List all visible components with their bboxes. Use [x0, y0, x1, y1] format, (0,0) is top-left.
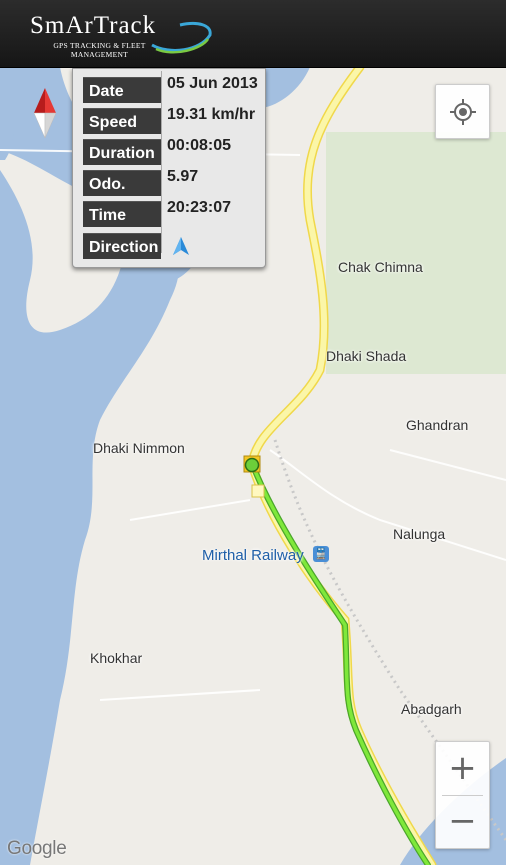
app-header: SmArTrack GPS TRACKING & FLEET MANAGEMEN… — [0, 0, 506, 68]
info-label: Date — [83, 77, 161, 103]
tagline-line1: GPS TRACKING & FLEET — [53, 41, 146, 50]
info-row-direction: Direction — [83, 233, 265, 259]
info-row-duration: Duration 00:08:05 — [83, 137, 265, 165]
map-label-nalunga: Nalunga — [393, 526, 446, 542]
map-label-dhaki-nimmon: Dhaki Nimmon — [93, 440, 185, 456]
map-label-mirthal-railway[interactable]: Mirthal Railway — [202, 547, 304, 564]
railway-station-icon[interactable]: 🚆 — [313, 546, 329, 562]
compass-icon[interactable] — [32, 88, 58, 138]
map-label-khokhar: Khokhar — [90, 650, 143, 666]
trip-info-panel: Date 05 Jun 2013 Speed 19.31 km/hr Durat… — [72, 68, 266, 268]
info-value: 05 Jun 2013 — [167, 75, 258, 92]
info-label: Time — [83, 201, 161, 227]
app-logo: SmArTrack — [30, 12, 157, 39]
crosshair-icon — [450, 99, 476, 125]
park-area — [326, 132, 506, 374]
zoom-in-button[interactable]: + — [436, 742, 489, 795]
navigation-arrow-icon — [173, 237, 189, 255]
info-row-speed: Speed 19.31 km/hr — [83, 106, 265, 134]
info-row-date: Date 05 Jun 2013 — [83, 75, 265, 103]
info-row-odo: Odo. 5.97 — [83, 168, 265, 196]
map-label-chak-chimna: Chak Chimna — [338, 259, 423, 275]
info-label: Duration — [83, 139, 161, 165]
zoom-out-button[interactable]: − — [436, 795, 489, 848]
app-tagline: GPS TRACKING & FLEET MANAGEMENT — [42, 41, 157, 59]
info-row-time: Time 20:23:07 — [83, 199, 265, 227]
info-value: 00:08:05 — [167, 137, 232, 154]
info-label: Speed — [83, 108, 161, 134]
logo-swoosh-icon — [151, 21, 212, 54]
zoom-controls: + − — [435, 741, 490, 849]
map-label-abadgarh: Abadgarh — [401, 701, 462, 717]
info-value: 19.31 km/hr — [167, 106, 256, 123]
info-value: 5.97 — [167, 168, 199, 185]
info-label: Direction — [83, 233, 161, 259]
info-value: 20:23:07 — [167, 199, 232, 216]
google-attribution: Google — [7, 838, 67, 859]
my-location-button[interactable] — [435, 84, 490, 139]
map-label-dhaki-shada: Dhaki Shada — [326, 348, 407, 364]
tagline-line2: MANAGEMENT — [70, 50, 129, 59]
vehicle-marker-icon[interactable] — [243, 455, 261, 473]
road-shield — [251, 484, 265, 498]
map-label-ghandran: Ghandran — [406, 417, 469, 433]
info-label: Odo. — [83, 170, 161, 196]
